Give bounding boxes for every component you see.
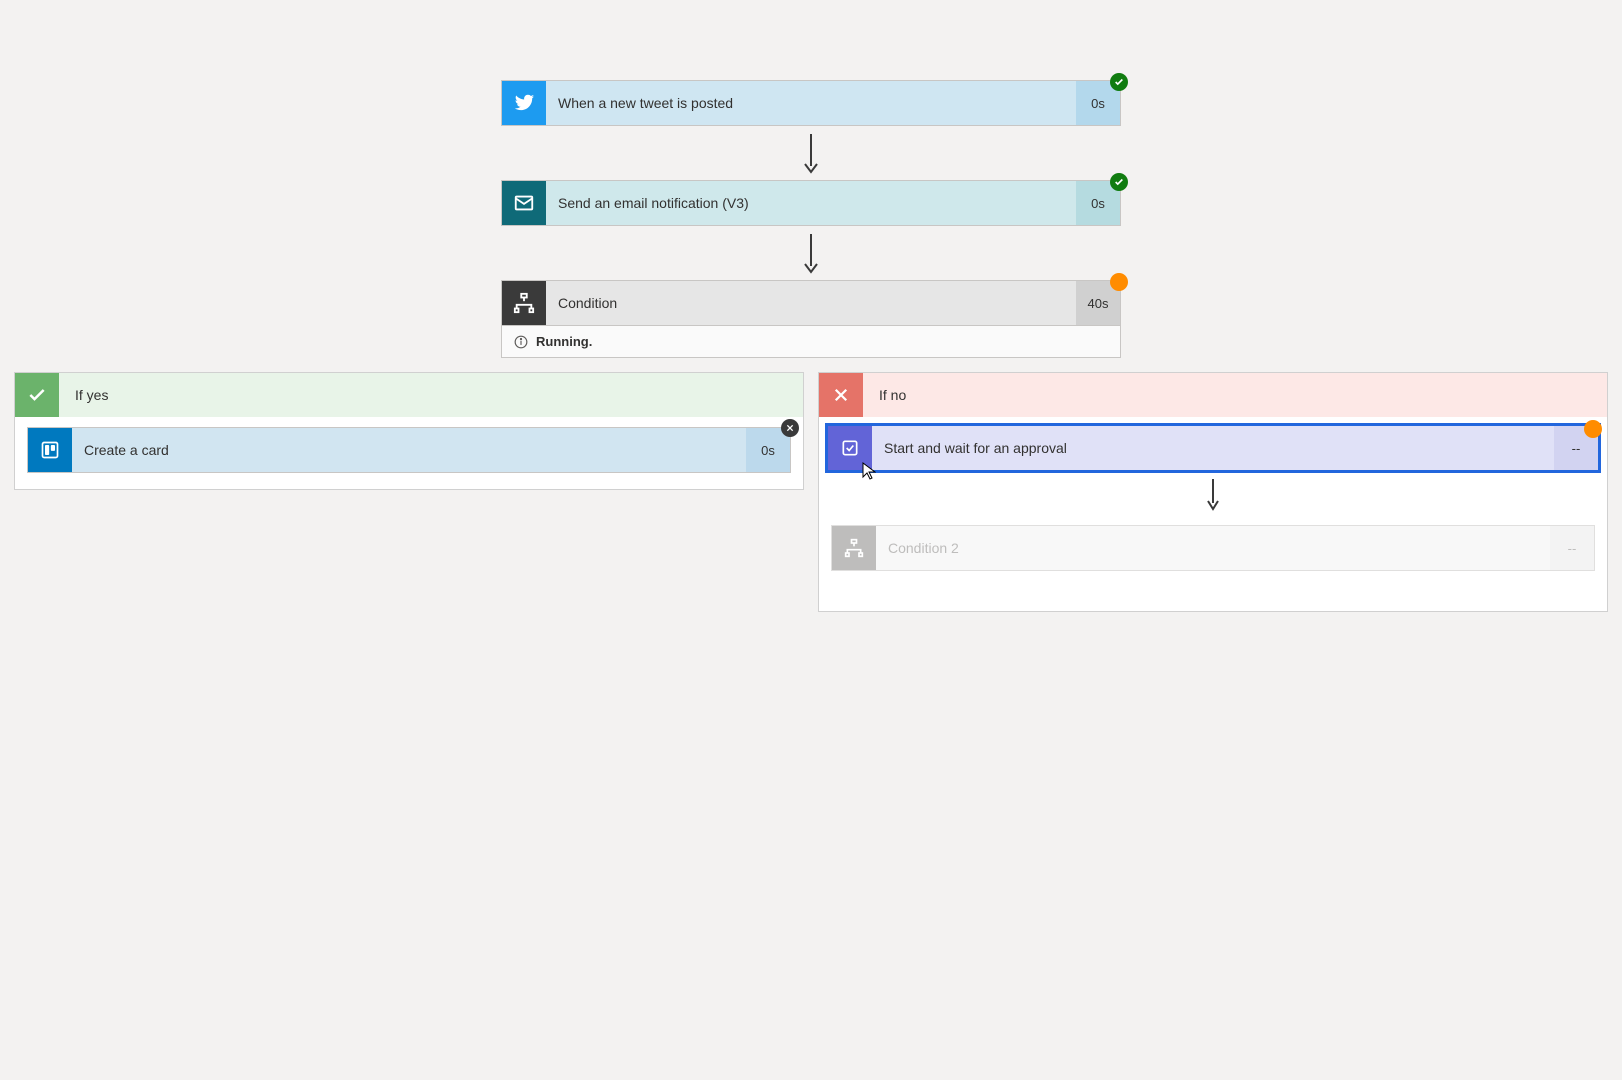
step-start-approval[interactable]: Start and wait for an approval -- <box>825 423 1601 473</box>
step-duration: -- <box>1550 526 1594 570</box>
step-status-row: Running. <box>501 326 1121 358</box>
mail-icon <box>502 181 546 225</box>
branch-if-no[interactable]: If no Start and wait for an approval -- … <box>818 372 1608 612</box>
check-icon <box>15 373 59 417</box>
arrow-down-icon <box>501 226 1121 280</box>
step-title: Send an email notification (V3) <box>546 181 1076 225</box>
close-badge-icon[interactable] <box>781 419 799 437</box>
twitter-icon <box>502 81 546 125</box>
step-send-email[interactable]: Send an email notification (V3) 0s <box>501 180 1121 226</box>
step-trigger-tweet[interactable]: When a new tweet is posted 0s <box>501 80 1121 126</box>
status-badge-success <box>1110 173 1128 191</box>
flow-canvas: When a new tweet is posted 0s Send an em… <box>0 0 1622 612</box>
status-badge-running <box>1110 273 1128 291</box>
approval-icon <box>828 426 872 470</box>
x-icon <box>819 373 863 417</box>
branch-header-no: If no <box>819 373 1607 417</box>
step-title: Create a card <box>72 428 746 472</box>
arrow-down-icon <box>501 126 1121 180</box>
arrow-down-icon <box>819 473 1607 515</box>
trello-icon <box>28 428 72 472</box>
status-badge-running <box>1584 420 1602 438</box>
step-title: Condition 2 <box>876 526 1550 570</box>
step-condition-2[interactable]: Condition 2 -- <box>831 525 1595 571</box>
step-title: Condition <box>546 281 1076 325</box>
condition-icon <box>832 526 876 570</box>
step-condition[interactable]: Condition 40s <box>501 280 1121 326</box>
branch-title: If yes <box>59 387 803 403</box>
branch-if-yes[interactable]: If yes Create a card 0s <box>14 372 804 490</box>
branch-header-yes: If yes <box>15 373 803 417</box>
condition-icon <box>502 281 546 325</box>
status-badge-success <box>1110 73 1128 91</box>
status-text: Running. <box>536 334 592 349</box>
step-create-card[interactable]: Create a card 0s <box>27 427 791 473</box>
branch-title: If no <box>863 387 1607 403</box>
step-title: Start and wait for an approval <box>872 426 1554 470</box>
step-title: When a new tweet is posted <box>546 81 1076 125</box>
info-icon <box>514 335 528 349</box>
